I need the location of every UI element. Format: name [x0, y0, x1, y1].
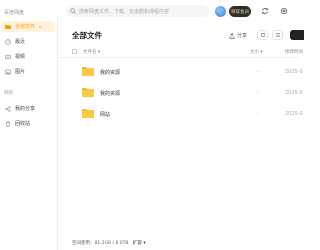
- sidebar-item-label: 回收站: [15, 121, 31, 127]
- share-label: 分享: [237, 33, 248, 39]
- sidebar-item-label: 最近: [15, 39, 26, 45]
- file-name[interactable]: 网站: [100, 111, 110, 118]
- image-icon: [5, 69, 11, 74]
- file-date: 2025-0: [285, 111, 303, 117]
- share-icon: [5, 105, 11, 112]
- column-header-name[interactable]: 文件名 ▾: [83, 49, 100, 55]
- clock-icon: [5, 38, 11, 45]
- sidebar-item-label: 全部文件: [15, 24, 36, 30]
- folder-icon: [82, 88, 94, 97]
- chevron-down-icon[interactable]: ▾: [39, 24, 41, 29]
- vip-button[interactable]: 领取会员: [229, 6, 251, 17]
- sidebar-item-video[interactable]: 视频: [1, 51, 55, 62]
- sidebar-item-label: 图片: [15, 69, 26, 75]
- share-icon: [229, 32, 235, 39]
- file-size: -: [257, 69, 259, 75]
- file-date: 2025-0: [285, 69, 303, 75]
- file-date: 2025-0: [285, 90, 303, 96]
- app-title: 百度网盘: [4, 10, 25, 16]
- sidebar-section-label: 网络: [4, 91, 13, 96]
- file-name[interactable]: 我的资源: [100, 69, 120, 76]
- list-view-icon: [275, 33, 280, 37]
- sidebar: 全部文件 ▾ 最近 视频 图片 网络 我的分享 回收站: [0, 17, 58, 250]
- video-icon: [5, 54, 11, 59]
- expand-storage-link[interactable]: 扩容 ▾: [133, 241, 146, 246]
- folder-icon: [82, 67, 94, 76]
- refresh-icon: [260, 32, 265, 38]
- folder-icon: [82, 109, 94, 118]
- upload-button[interactable]: [290, 30, 304, 40]
- sidebar-item-my-shares[interactable]: 我的分享: [1, 103, 55, 114]
- page-title: 全部文件: [72, 31, 102, 40]
- table-row[interactable]: 网站 - 2025-0: [57, 103, 303, 124]
- storage-usage: 空间使用：81.2GB / 6.0TB: [72, 241, 129, 246]
- file-size: -: [257, 111, 259, 117]
- sync-icon[interactable]: [261, 7, 269, 15]
- sidebar-item-label: 视频: [15, 54, 26, 60]
- column-header-date[interactable]: 修改时间: [285, 49, 303, 55]
- table-row[interactable]: 我的资源 - 2025-0: [57, 61, 303, 82]
- storage-footer: 空间使用：81.2GB / 6.0TB 扩容 ▾: [72, 240, 146, 246]
- sidebar-item-images[interactable]: 图片: [1, 66, 55, 77]
- table-row[interactable]: 我的资源 - 2025-0: [57, 82, 303, 103]
- search-icon: [70, 8, 76, 14]
- sidebar-item-recent[interactable]: 最近: [1, 36, 55, 47]
- trash-icon: [5, 120, 11, 127]
- share-button[interactable]: 分享: [229, 32, 247, 39]
- file-table-header: 文件名 ▾ 大小 ▾ 修改时间: [57, 47, 303, 58]
- sidebar-item-label: 我的分享: [15, 106, 36, 112]
- file-name[interactable]: 我的资源: [100, 90, 120, 97]
- file-size: -: [257, 90, 259, 96]
- view-mode-button[interactable]: [272, 30, 283, 40]
- avatar[interactable]: [215, 6, 226, 17]
- sidebar-item-trash[interactable]: 回收站: [1, 118, 55, 129]
- search-placeholder: 搜索网盘文件、下载、云追剧和课程内容: [79, 8, 170, 15]
- sidebar-item-all-files[interactable]: 全部文件 ▾: [1, 21, 55, 32]
- column-header-size[interactable]: 大小 ▾: [250, 49, 263, 55]
- folder-icon: [5, 24, 11, 29]
- select-all-checkbox[interactable]: [72, 49, 77, 54]
- search-input[interactable]: 搜索网盘文件、下载、云追剧和课程内容: [66, 5, 209, 17]
- settings-icon[interactable]: [280, 7, 288, 15]
- refresh-button[interactable]: [257, 30, 268, 40]
- main-panel: 全部文件 分享 文件名 ▾ 大小 ▾ 修改时间 我的资源 - 2025-0 我的…: [57, 17, 304, 250]
